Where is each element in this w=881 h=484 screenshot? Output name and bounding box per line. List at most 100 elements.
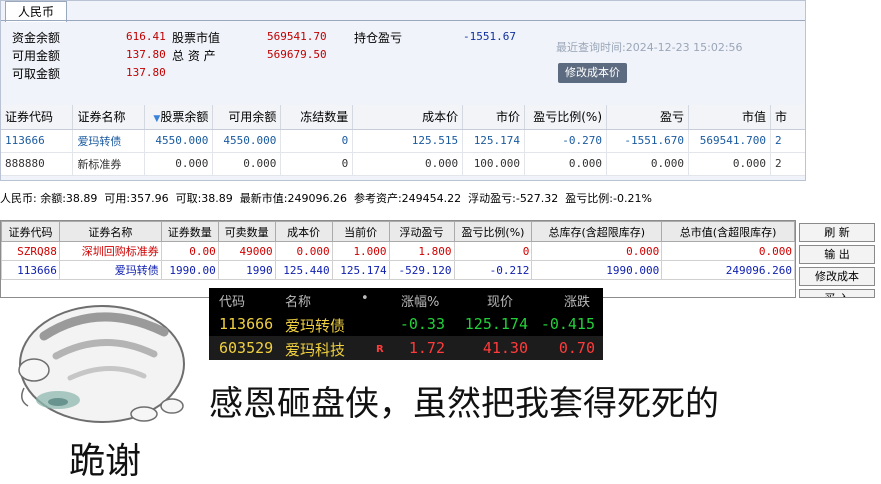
quote-price: 125.174 bbox=[464, 315, 528, 333]
cell-name: 爱玛转债 bbox=[72, 129, 146, 153]
cell-float-pnl: 1.800 bbox=[388, 241, 455, 261]
account-summary-bar: 人民币: 余额:38.89 可用:357.96 可取:38.89 最新市值:24… bbox=[0, 192, 652, 205]
cell-code: 888880 bbox=[1, 152, 74, 176]
cell-market-value: 0.000 bbox=[688, 152, 771, 176]
quote-col-price: 现价 bbox=[487, 295, 514, 310]
position-pnl-value: -1551.67 bbox=[463, 30, 516, 43]
stock-value-label: 股票市值 bbox=[172, 31, 221, 45]
col-market-value[interactable]: 市值 bbox=[688, 105, 771, 130]
col-code[interactable]: 证券代码 bbox=[1, 105, 74, 130]
cell-total-stock: 0.000 bbox=[531, 241, 663, 261]
quote-flag-badge: R bbox=[376, 344, 384, 355]
cell-name: 深圳回购标准券 bbox=[58, 241, 162, 261]
tab-rmb[interactable]: 人民币 bbox=[5, 1, 67, 22]
cell-pnl-pct: -0.212 bbox=[453, 260, 533, 280]
cell-pnl-pct: 0.000 bbox=[524, 152, 608, 176]
cell-cost: 125.440 bbox=[274, 260, 333, 280]
cell-current-price: 125.174 bbox=[331, 260, 390, 280]
cell-stock-balance: 4550.000 bbox=[144, 129, 214, 153]
cell-frozen: 0 bbox=[280, 152, 354, 176]
meme-subcaption: 跪谢 bbox=[69, 441, 142, 482]
cell-total-value: 0.000 bbox=[661, 241, 795, 261]
cell-current-price: 1.000 bbox=[331, 241, 390, 261]
cell-sellable: 1990 bbox=[217, 260, 276, 280]
withdrawable-value: 137.80 bbox=[126, 66, 166, 79]
col-stock-balance-label: 股票余额 bbox=[160, 110, 209, 125]
account-panel: 人民币 资金余额 616.41 可用金额 137.80 可取金额 137.80 … bbox=[0, 0, 806, 181]
cell-market-value: 569541.700 bbox=[688, 129, 771, 153]
refresh-button[interactable]: 刷 新 bbox=[799, 223, 875, 242]
quote-code: 113666 bbox=[219, 315, 274, 333]
cell-quantity: 0.00 bbox=[160, 241, 219, 261]
total-assets-value: 569679.50 bbox=[267, 48, 327, 61]
col-market[interactable]: 市 bbox=[770, 105, 805, 130]
table-row[interactable]: SZRQ88 深圳回购标准券 0.00 49000 0.000 1.000 1.… bbox=[1, 241, 795, 261]
table-row[interactable]: 888880 新标准券 0.000 0.000 0 0.000 100.000 … bbox=[1, 152, 805, 176]
quote-row[interactable]: 113666 爱玛转债 -0.33 125.174 -0.415 bbox=[209, 312, 603, 336]
col-cost[interactable]: 成本价 bbox=[274, 221, 333, 242]
position-pnl-label: 持仓盈亏 bbox=[354, 31, 403, 45]
quote-change-pct: 1.72 bbox=[408, 339, 445, 357]
available-value: 137.80 bbox=[126, 48, 166, 61]
col-name[interactable]: 证券名称 bbox=[58, 221, 162, 242]
stock-value-value: 569541.70 bbox=[267, 30, 327, 43]
quote-change-pct: -0.33 bbox=[399, 315, 445, 333]
cell-cost: 0.000 bbox=[274, 241, 333, 261]
col-name[interactable]: 证券名称 bbox=[72, 105, 146, 130]
cash-balance-label: 资金余额 bbox=[12, 31, 61, 45]
quote-price: 41.30 bbox=[482, 339, 528, 357]
col-stock-balance[interactable]: ▼股票余额 bbox=[144, 105, 214, 130]
col-quantity[interactable]: 证券数量 bbox=[160, 221, 219, 242]
col-price[interactable]: 市价 bbox=[462, 105, 526, 130]
col-available[interactable]: 可用余额 bbox=[212, 105, 282, 130]
cell-pnl-pct: 0 bbox=[453, 241, 533, 261]
modify-cost-button[interactable]: 修改成本价 bbox=[558, 63, 627, 83]
quote-change: 0.70 bbox=[558, 339, 595, 357]
quote-col-name: 名称 bbox=[285, 295, 312, 310]
col-code[interactable]: 证券代码 bbox=[1, 221, 60, 242]
modify-cost-button-2[interactable]: 修改成本 bbox=[799, 267, 875, 286]
table-row[interactable]: 113666 爱玛转债 4550.000 4550.000 0 125.515 … bbox=[1, 129, 805, 153]
cell-stock-balance: 0.000 bbox=[144, 152, 214, 176]
col-total-stock[interactable]: 总库存(含超限库存) bbox=[531, 221, 663, 242]
col-sellable[interactable]: 可卖数量 bbox=[217, 221, 276, 242]
quote-row[interactable]: 603529 爱玛科技 R 1.72 41.30 0.70 bbox=[209, 336, 603, 360]
quote-col-change-pct: 涨幅% bbox=[401, 295, 440, 310]
withdrawable-label: 可取金额 bbox=[12, 67, 61, 81]
cash-balance-value: 616.41 bbox=[126, 30, 166, 43]
quote-change: -0.415 bbox=[540, 315, 595, 333]
col-cost[interactable]: 成本价 bbox=[352, 105, 464, 130]
cell-frozen: 0 bbox=[280, 129, 354, 153]
col-frozen[interactable]: 冻结数量 bbox=[280, 105, 354, 130]
cell-available: 0.000 bbox=[212, 152, 282, 176]
col-pnl[interactable]: 盈亏 bbox=[606, 105, 689, 130]
buy-button[interactable]: 买 入 bbox=[799, 289, 875, 298]
cell-code: 113666 bbox=[1, 129, 74, 153]
cell-cost: 0.000 bbox=[352, 152, 464, 176]
positions-grid: 证券代码 证券名称 证券数量 可卖数量 成本价 当前价 浮动盈亏 盈亏比例(%)… bbox=[0, 220, 796, 298]
positions-table: 证券代码 证券名称 证券数量 可卖数量 成本价 当前价 浮动盈亏 盈亏比例(%)… bbox=[1, 221, 795, 280]
col-pnl-pct[interactable]: 盈亏比例(%) bbox=[453, 221, 533, 242]
quote-name: 爱玛转债 bbox=[285, 317, 346, 335]
quote-col-code: 代码 bbox=[219, 295, 246, 310]
cell-market: 2 bbox=[770, 129, 805, 153]
cell-code: SZRQ88 bbox=[1, 241, 60, 261]
meme-caption: 感恩砸盘侠，虽然把我套得死死的 bbox=[209, 384, 719, 424]
col-current-price[interactable]: 当前价 bbox=[331, 221, 390, 242]
quote-box: 代码 名称 • 涨幅% 现价 涨跌 113666 爱玛转债 -0.33 125.… bbox=[209, 288, 603, 360]
col-total-value[interactable]: 总市值(含超限库存) bbox=[661, 221, 795, 242]
cell-price: 125.174 bbox=[462, 129, 526, 153]
export-button[interactable]: 输 出 bbox=[799, 245, 875, 264]
positions-header-row: 证券代码 证券名称 证券数量 可卖数量 成本价 当前价 浮动盈亏 盈亏比例(%)… bbox=[1, 221, 795, 242]
table-row[interactable]: 113666 爱玛转债 1990.00 1990 125.440 125.174… bbox=[1, 260, 795, 280]
col-float-pnl[interactable]: 浮动盈亏 bbox=[388, 221, 455, 242]
cell-total-stock: 1990.000 bbox=[531, 260, 663, 280]
tab-divider bbox=[1, 20, 805, 21]
quote-code: 603529 bbox=[219, 339, 274, 357]
col-pnl-pct[interactable]: 盈亏比例(%) bbox=[524, 105, 608, 130]
holdings-table: 证券代码 证券名称 ▼股票余额 可用余额 冻结数量 成本价 市价 盈亏比例(%)… bbox=[1, 105, 805, 176]
cell-sellable: 49000 bbox=[217, 241, 276, 261]
quote-col-change: 涨跌 bbox=[564, 295, 591, 310]
cell-code: 113666 bbox=[1, 260, 60, 280]
cell-available: 4550.000 bbox=[212, 129, 282, 153]
